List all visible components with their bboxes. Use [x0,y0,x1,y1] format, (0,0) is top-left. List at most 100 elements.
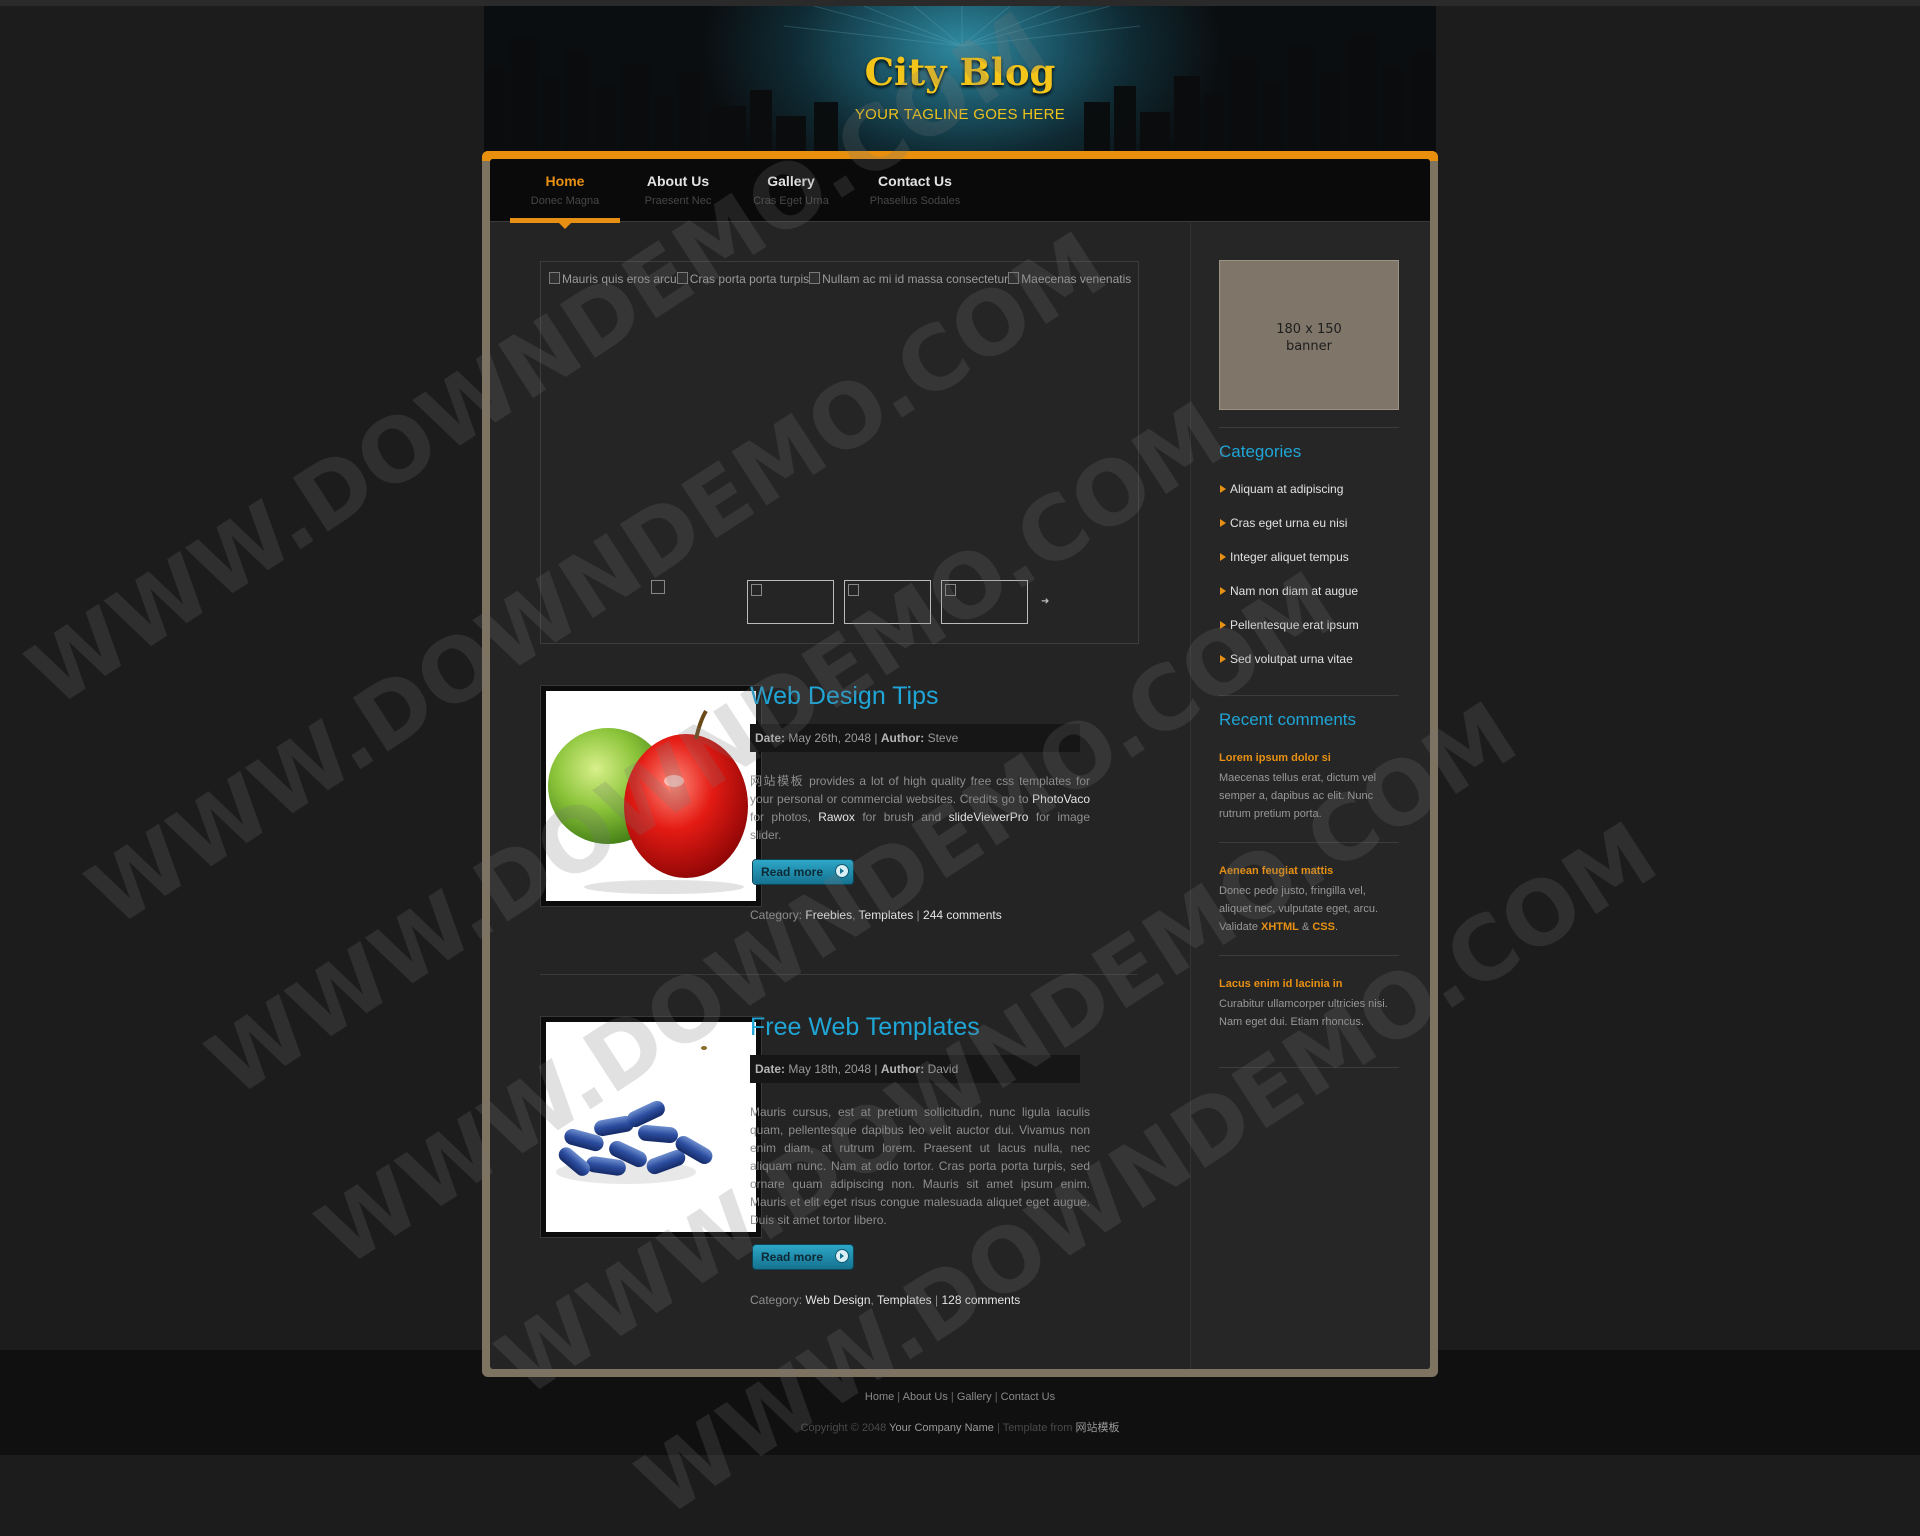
nav-label: Home [545,173,585,189]
nav-sublabel: Phasellus Sodales [869,195,961,207]
nav-item-home[interactable]: Home Donec Magna [510,173,620,207]
comments-link[interactable]: 244 comments [923,908,1002,922]
comment-title[interactable]: Lacus enim id lacinia in [1219,978,1342,990]
image-slider[interactable]: Mauris quis eros arcu Cras porta porta tu… [540,261,1139,644]
post-thumbnail-apples[interactable] [540,685,762,907]
date-label: Date: [755,731,786,745]
broken-image-icon [751,584,762,596]
comment-body: Curabitur ullamcorper ultricies nisi. Na… [1219,998,1388,1028]
comment-body: Maecenas tellus erat, dictum vel semper … [1219,772,1377,820]
site-tagline: YOUR TAGLINE GOES HERE [854,106,1066,123]
author-label: Author: [880,1062,925,1076]
slide-image-4: Maecenas venenatis [1008,272,1131,286]
read-more-button[interactable]: Read more [753,860,853,884]
css-validate-link[interactable]: CSS [1312,921,1335,933]
nav-item-gallery[interactable]: Gallery Cras Eget Urna [736,173,846,207]
slider-images: Mauris quis eros arcu Cras porta porta tu… [549,272,1133,286]
post-categories: Category: Freebies, Templates | 244 comm… [750,908,1002,922]
footer-link-about[interactable]: About Us [903,1391,948,1403]
site-logo[interactable]: City Blog [484,50,1436,94]
post-categories: Category: Web Design, Templates | 128 co… [750,1293,1021,1307]
slider-thumb-1[interactable] [651,580,665,594]
category-link-freebies[interactable]: Freebies [805,908,852,922]
category-item[interactable]: Cras eget urna eu nisi [1219,516,1347,530]
post-title-web-design-tips[interactable]: Web Design Tips [750,682,939,711]
category-item[interactable]: Pellentesque erat ipsum [1220,618,1359,632]
nav-sublabel: Donec Magna [530,195,600,207]
footer-link-gallery[interactable]: Gallery [957,1391,992,1403]
slide-image-3: Nullam ac mi id massa consectetur [809,272,1008,286]
recent-comments-heading: Recent comments [1219,710,1356,729]
post-author: David [927,1062,959,1076]
arrow-right-icon [835,864,849,878]
read-more-button[interactable]: Read more [753,1245,853,1269]
comment-body: Donec pede justo, fringilla vel, aliquet… [1219,885,1378,933]
category-link-templates[interactable]: Templates [877,1293,932,1307]
category-item[interactable]: Sed volutpat urna vitae [1220,652,1353,666]
post-meta: Date: May 26th, 2048 | Author: Steve [750,724,1080,752]
slider-thumb-4[interactable] [941,580,1028,624]
photovaco-link[interactable]: PhotoVaco [1032,792,1090,806]
broken-image-icon [676,272,688,284]
xhtml-validate-link[interactable]: XHTML [1261,921,1299,933]
post-date: May 26th, 2048 [788,731,872,745]
pills-image [546,1022,756,1232]
sidebar-divider [1219,842,1399,843]
company-name-link[interactable]: Your Company Name [889,1422,994,1434]
broken-image-icon [1008,272,1020,284]
comment-title[interactable]: Aenean feugiat mattis [1219,865,1333,877]
post-thumbnail-pills[interactable] [540,1016,762,1238]
broken-image-icon [549,272,560,284]
footer-link-home[interactable]: Home [865,1391,894,1403]
nav-caret-icon [559,223,571,229]
post-title-free-web-templates[interactable]: Free Web Templates [750,1013,980,1042]
category-link-templates[interactable]: Templates [859,908,914,922]
arrow-right-icon [835,1249,849,1263]
broken-image-icon [809,272,821,284]
banner-placeholder[interactable]: 180 x 150 banner [1219,260,1399,410]
slide-image-2: Cras porta porta turpis [676,272,809,286]
date-label: Date: [755,1062,786,1076]
broken-image-icon [848,584,859,596]
categories-heading: Categories [1219,442,1302,461]
nav-sublabel: Praesent Nec [644,195,712,207]
comment-title[interactable]: Lorem ipsum dolor si [1219,752,1331,764]
content-wrapper: Home Donec Magna About Us Praesent Nec G… [490,159,1430,1369]
nav-label: Gallery [767,173,815,189]
nav-sublabel: Cras Eget Urna [753,195,829,207]
category-item[interactable]: Nam non diam at augue [1219,584,1358,598]
rawox-link[interactable]: Rawox [818,810,855,824]
apples-image [546,691,756,901]
footer-link-contact[interactable]: Contact Us [1001,1391,1055,1403]
sidebar-divider [1219,695,1399,696]
slide-image-1: Mauris quis eros arcu [549,272,677,286]
sidebar-divider [1219,955,1399,956]
post-divider [540,974,1137,975]
category-item[interactable]: Aliquam at adipiscing [1219,482,1343,496]
category-item[interactable]: Integer aliquet tempus [1220,550,1349,564]
post-excerpt: 网站模板 provides a lot of high quality free… [750,774,1090,842]
sidebar-divider [1219,427,1399,428]
footer-nav: Home | About Us | Gallery | Contact Us [864,1391,1056,1403]
main-nav: Home Donec Magna About Us Praesent Nec G… [490,159,1430,223]
slideviewerpro-link[interactable]: slideViewerPro [949,810,1029,824]
comments-link[interactable]: 128 comments [941,1293,1020,1307]
nav-label: About Us [646,173,710,189]
slider-thumb-2[interactable] [747,580,834,624]
broken-image-icon [945,584,956,596]
author-label: Author: [880,731,925,745]
category-link-web-design[interactable]: Web Design [805,1293,870,1307]
sidebar-divider [1219,1067,1399,1068]
slider-thumb-3[interactable] [844,580,931,624]
nav-item-about[interactable]: About Us Praesent Nec [623,173,733,207]
nav-item-contact[interactable]: Contact Us Phasellus Sodales [850,173,980,207]
column-divider [1190,223,1191,1369]
footer-copyright: Copyright © 2048 Your Company Name | Tem… [800,1422,1120,1434]
nav-label: Contact Us [878,173,952,189]
post-excerpt: Mauris cursus, est at pretium sollicitud… [750,1105,1090,1227]
slider-next-arrow-icon[interactable]: ➜ [1041,596,1049,607]
template-source-link[interactable]: 网站模板 [1075,1422,1119,1434]
post-date: May 18th, 2048 [788,1062,872,1076]
post-meta: Date: May 18th, 2048 | Author: David [750,1055,1080,1083]
main-frame: Home Donec Magna About Us Praesent Nec G… [482,151,1438,1377]
